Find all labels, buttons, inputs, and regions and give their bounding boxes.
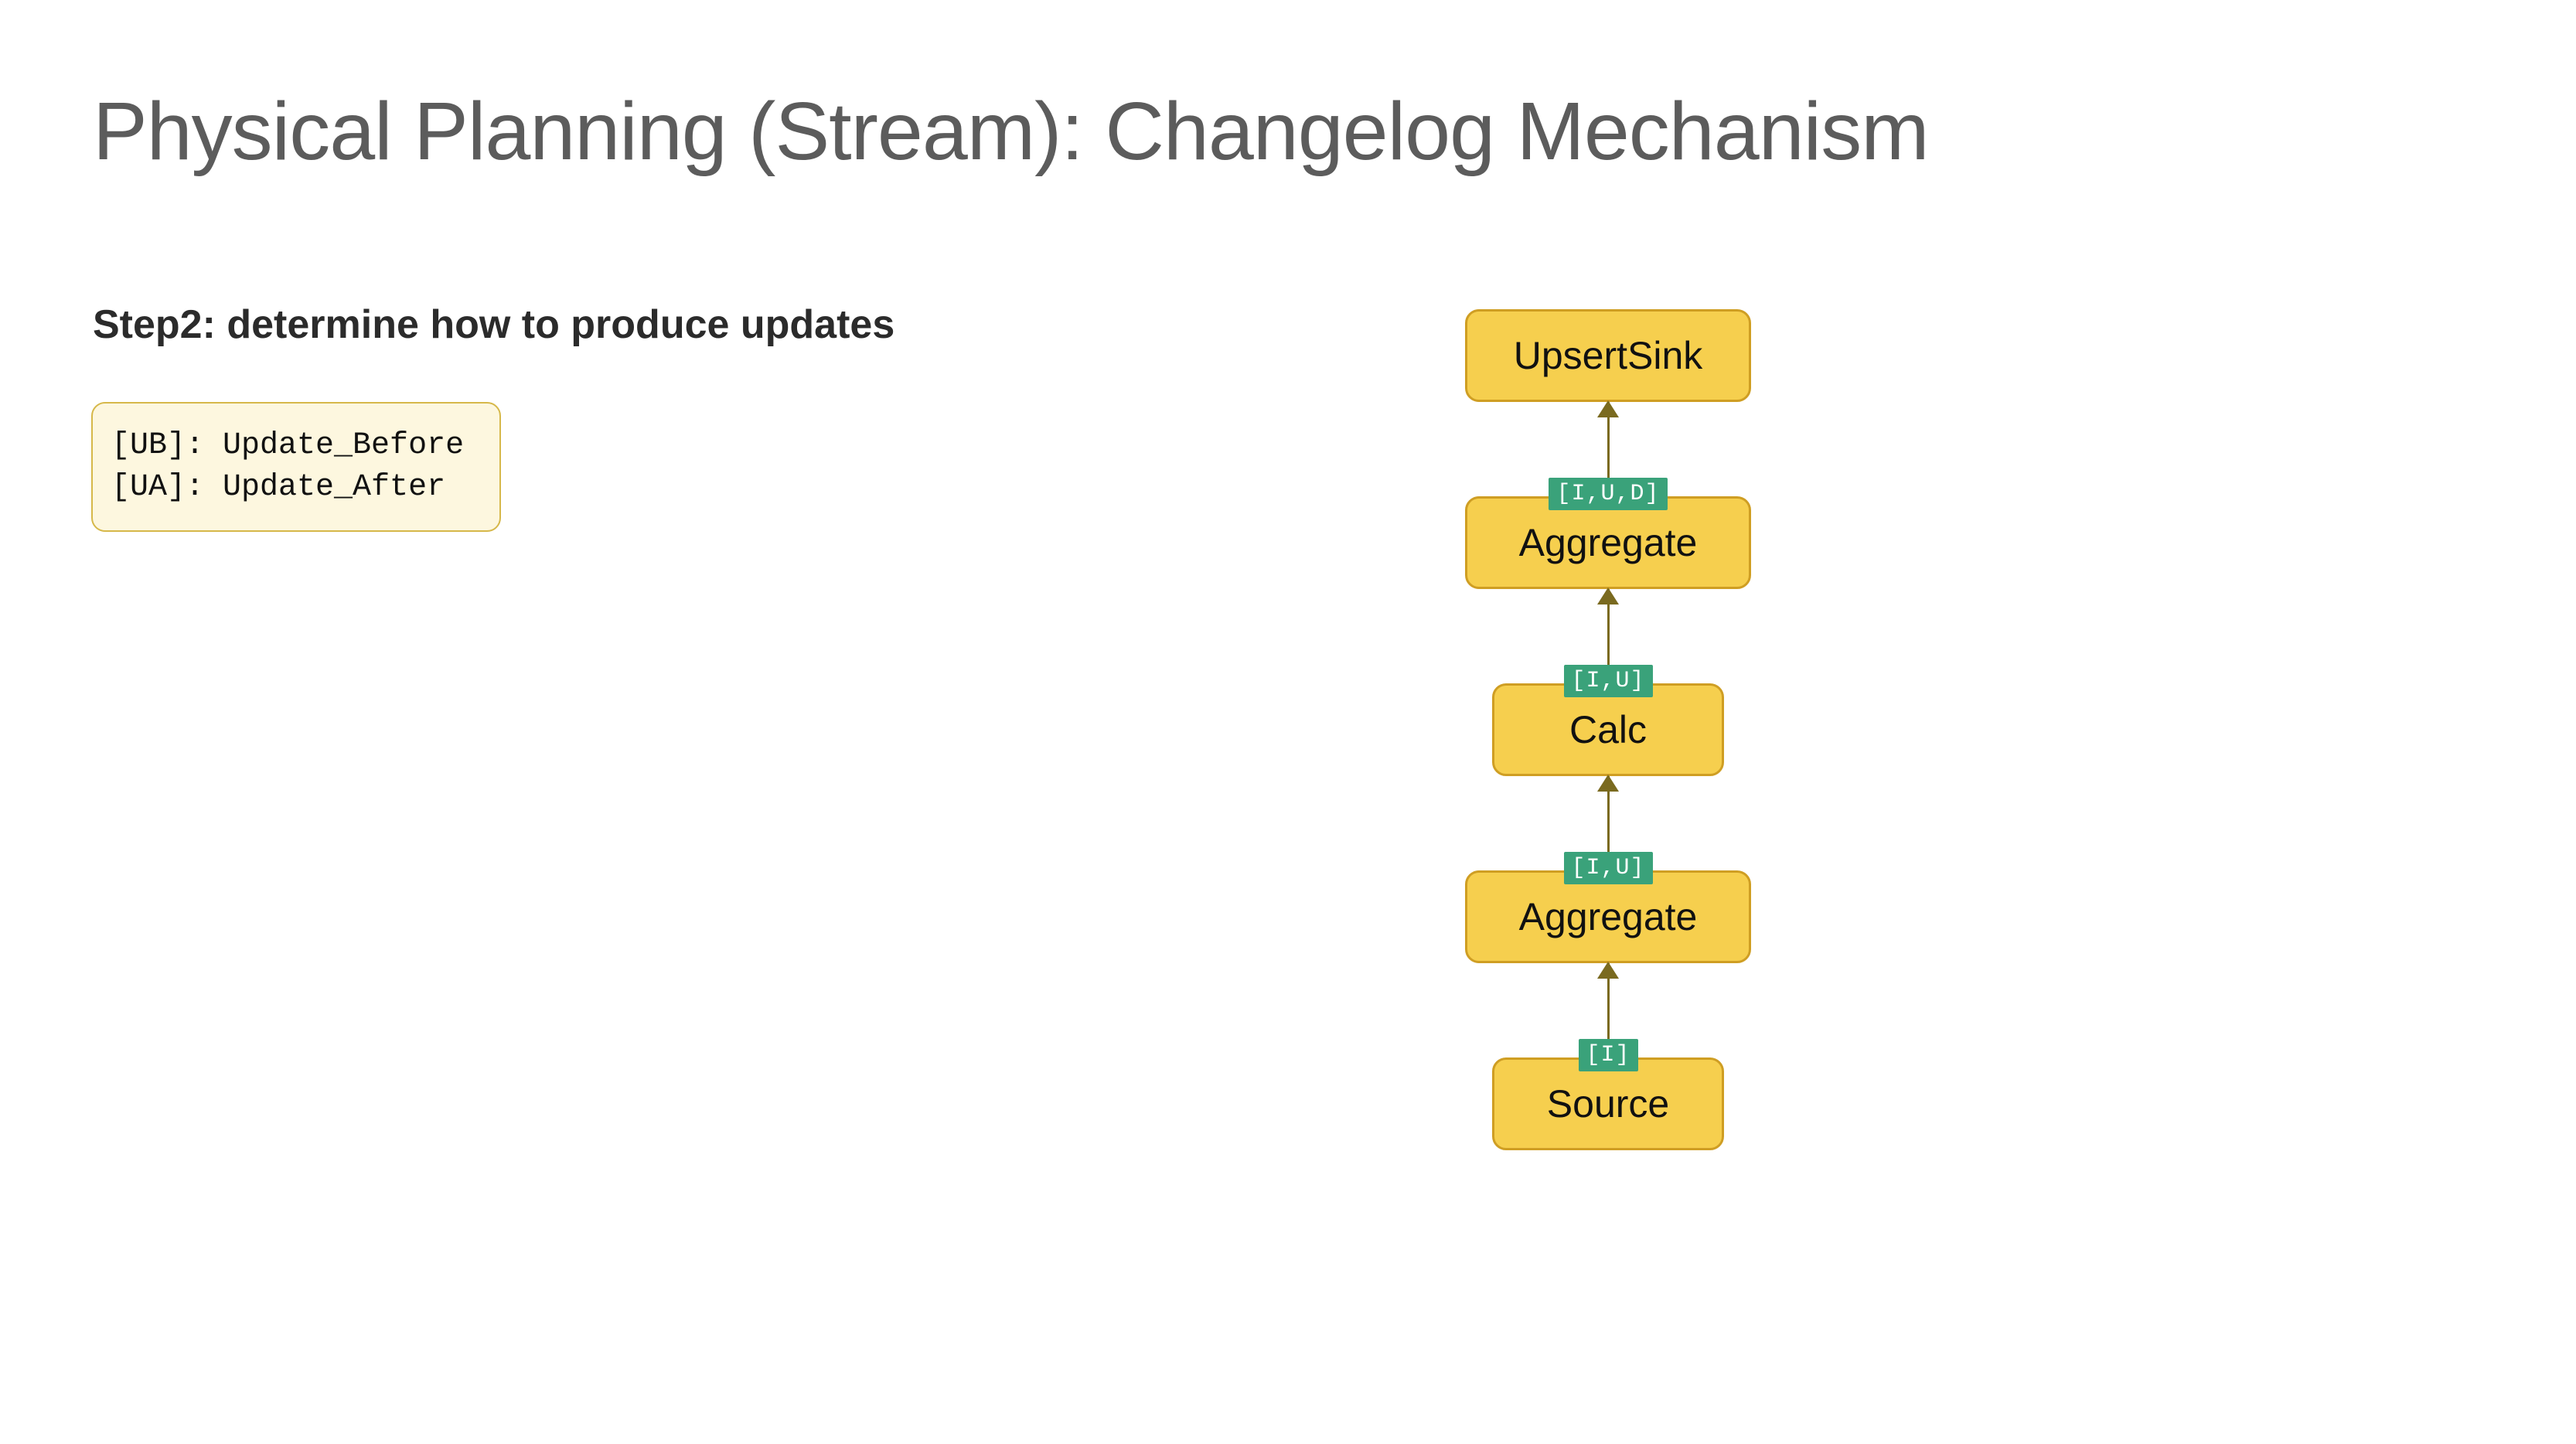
slide: Physical Planning (Stream): Changelog Me…	[0, 0, 2576, 1444]
arrow-head-icon	[1597, 400, 1619, 417]
arrow-4: [I]	[1607, 963, 1610, 1057]
node-calc: Calc	[1492, 683, 1724, 776]
arrow-head-icon	[1597, 962, 1619, 979]
node-upsert-sink: UpsertSink	[1465, 309, 1751, 402]
node-aggregate-top: Aggregate	[1465, 496, 1751, 589]
legend-box: [UB]: Update_Before [UA]: Update_After	[91, 402, 501, 532]
arrow-1: [I,U,D]	[1607, 402, 1610, 496]
node-source: Source	[1492, 1057, 1724, 1150]
arrow-3: [I,U]	[1607, 776, 1610, 870]
legend-line-ua: [UA]: Update_After	[111, 467, 481, 509]
arrow-head-icon	[1597, 587, 1619, 605]
node-label: Calc	[1569, 710, 1647, 749]
node-aggregate-bottom: Aggregate	[1465, 870, 1751, 963]
pipeline-diagram: UpsertSink [I,U,D] Aggregate [I,U] Calc	[1453, 309, 1763, 1150]
arrow-head-icon	[1597, 775, 1619, 792]
legend-line-ub: [UB]: Update_Before	[111, 425, 481, 467]
node-label: Aggregate	[1519, 897, 1698, 936]
node-label: Source	[1547, 1085, 1669, 1123]
node-label: Aggregate	[1519, 523, 1698, 562]
slide-title: Physical Planning (Stream): Changelog Me…	[93, 85, 1929, 179]
step-subtitle: Step2: determine how to produce updates	[93, 301, 894, 348]
arrow-2: [I,U]	[1607, 589, 1610, 683]
node-label: UpsertSink	[1514, 336, 1703, 375]
